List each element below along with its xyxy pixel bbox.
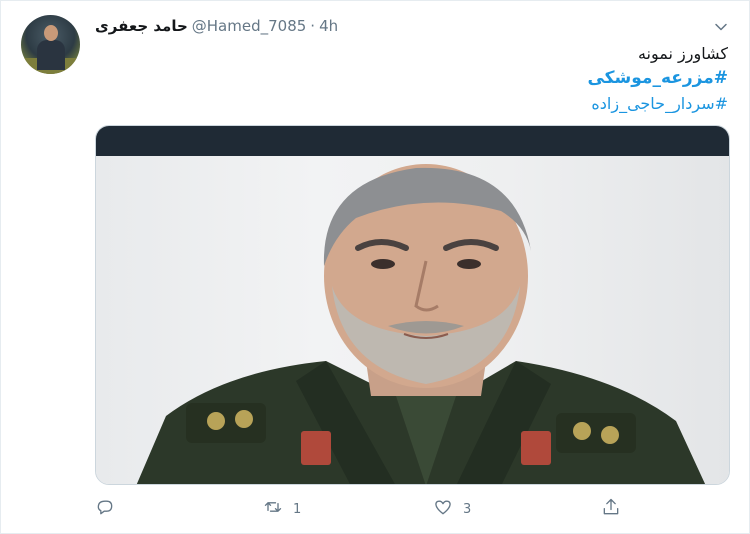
retweet-count: 1 [293,501,302,517]
header-separator: · [310,17,316,35]
tweet-text: کشاورز نمونه #مزرعه_موشکی #سردار_حاجی_زا… [108,41,728,116]
like-count: 3 [463,501,472,517]
retweet-icon [263,497,283,521]
share-button[interactable] [601,495,631,523]
share-icon [601,497,621,521]
portrait-illustration [136,164,706,484]
reply-icon [95,497,115,521]
tweet-actions: 1 3 [95,495,655,523]
chevron-down-icon[interactable] [711,17,731,37]
like-button[interactable]: 3 [433,495,471,523]
media-top-band [96,126,729,156]
tweet-timestamp[interactable]: 4h [319,17,338,35]
retweet-button[interactable]: 1 [263,495,301,523]
tweet-media[interactable] [95,125,730,485]
user-avatar[interactable] [21,15,80,74]
hashtag-link[interactable]: #مزرعه_موشکی [108,66,728,91]
author-name[interactable]: حامد جعفری [95,17,188,35]
avatar-figure-head [44,25,58,41]
tweet-header: حامد جعفری @Hamed_7085 · 4h [95,14,338,38]
author-handle[interactable]: @Hamed_7085 [192,17,307,35]
tweet-text-line: کشاورز نمونه [637,44,728,63]
tweet-card[interactable]: حامد جعفری @Hamed_7085 · 4h کشاورز نمونه… [0,0,750,534]
media-photo[interactable] [96,156,729,484]
hashtag-link[interactable]: #سردار_حاجی_زاده [108,91,728,116]
reply-button[interactable] [95,495,125,523]
avatar-figure-body [37,40,65,70]
heart-icon [433,497,453,521]
